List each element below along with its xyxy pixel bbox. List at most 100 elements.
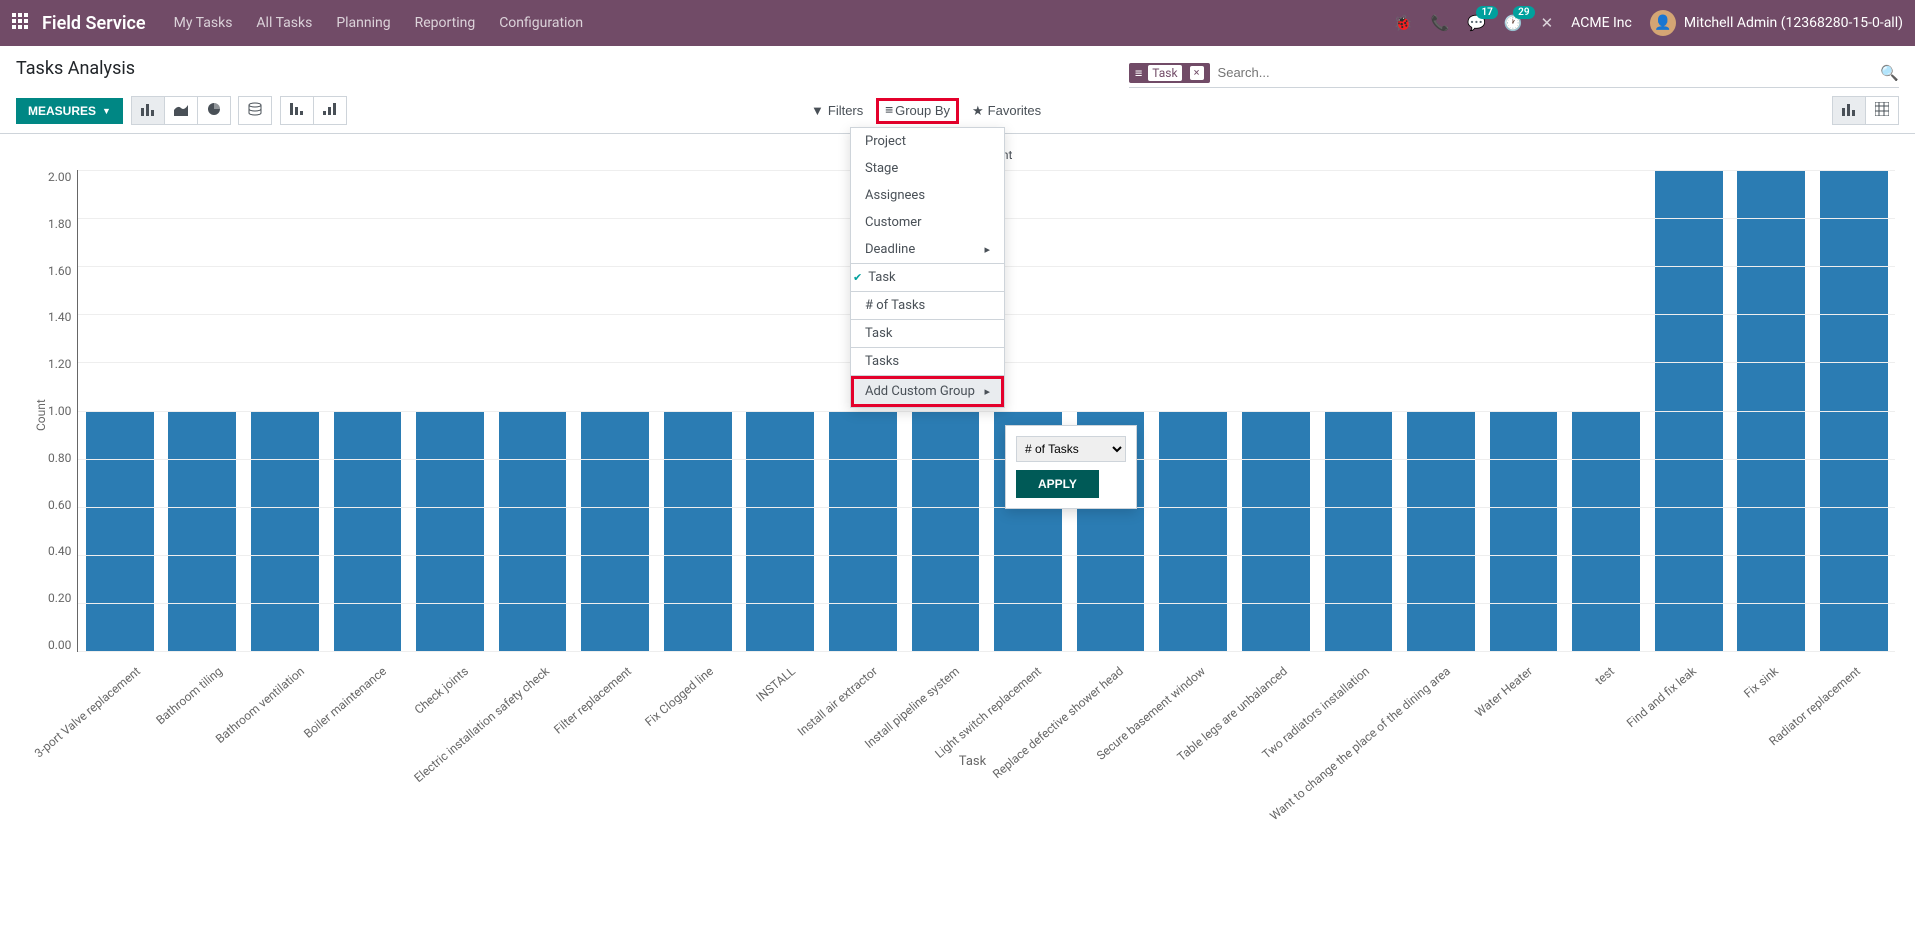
user-menu[interactable]: 👤 Mitchell Admin (12368280-15-0-all) [1650, 10, 1903, 36]
messages-icon[interactable]: 💬17 [1467, 14, 1486, 32]
x-axis: 3-port Valve replacementBathroom tilingB… [93, 660, 1895, 750]
y-tick: 1.40 [48, 310, 71, 324]
dd-deadline[interactable]: Deadline [851, 236, 1004, 263]
navbar: Field Service My Tasks All Tasks Plannin… [0, 0, 1915, 46]
favorites-label: Favorites [988, 103, 1041, 118]
page-title: Tasks Analysis [16, 58, 135, 88]
y-tick: 0.40 [48, 544, 71, 558]
x-tick-label: Check joints [411, 664, 470, 717]
y-tick: 0.20 [48, 591, 71, 605]
chart-bar[interactable] [334, 411, 402, 652]
chart-bar[interactable] [1242, 411, 1310, 652]
group-by-button[interactable]: ≡ Group By [876, 98, 959, 124]
chart-bar[interactable] [664, 411, 732, 652]
chart-bar[interactable] [1407, 411, 1475, 652]
chart-bar[interactable] [86, 411, 154, 652]
search-icon[interactable]: 🔍 [1880, 64, 1899, 82]
company-switcher[interactable]: ACME Inc [1571, 15, 1632, 31]
favorites-button[interactable]: ★ Favorites [963, 98, 1050, 124]
sort-desc-button[interactable] [280, 96, 314, 125]
y-axis: 2.00 1.80 1.60 1.40 1.20 1.00 0.80 0.60 0.40 0.20… [48, 170, 77, 652]
y-axis-label: Count [30, 170, 48, 660]
pie-chart-button[interactable] [197, 96, 231, 125]
dd-task-checked[interactable]: Task [851, 264, 1004, 291]
user-name: Mitchell Admin (12368280-15-0-all) [1684, 15, 1903, 31]
y-tick: 1.60 [48, 264, 71, 278]
measures-label: MEASURES [28, 104, 96, 118]
filter-icon: ▼ [811, 103, 824, 118]
dd-customer[interactable]: Customer [851, 209, 1004, 236]
chart-bar[interactable] [251, 411, 319, 652]
chart-bar[interactable] [1325, 411, 1393, 652]
x-tick-label: INSTALL [754, 664, 799, 705]
chart-bar[interactable] [1159, 411, 1227, 652]
chart-bar[interactable] [581, 411, 649, 652]
apps-icon[interactable] [12, 13, 28, 34]
search-facet[interactable]: ≡ Task × [1129, 63, 1210, 83]
list-icon: ≡ [885, 103, 891, 118]
chart-bar[interactable] [416, 411, 484, 652]
chart-bar[interactable] [912, 411, 980, 652]
dd-assignees[interactable]: Assignees [851, 182, 1004, 209]
measures-button[interactable]: MEASURES ▼ [16, 98, 123, 124]
custom-group-select[interactable]: # of Tasks [1016, 436, 1126, 462]
list-icon: ≡ [1135, 66, 1140, 80]
phone-icon[interactable]: 📞 [1431, 14, 1450, 32]
y-tick: 0.00 [48, 638, 71, 652]
bar-chart-button[interactable] [131, 96, 165, 125]
avatar-icon: 👤 [1650, 10, 1676, 36]
x-axis-label: Task [30, 754, 1915, 769]
stacked-button[interactable] [238, 96, 272, 125]
nav-planning[interactable]: Planning [336, 15, 390, 31]
nav-configuration[interactable]: Configuration [499, 15, 583, 31]
y-tick: 1.80 [48, 217, 71, 231]
facet-remove-icon[interactable]: × [1190, 66, 1204, 80]
star-icon: ★ [972, 103, 984, 119]
facet-value: Task [1148, 65, 1181, 81]
nav-reporting[interactable]: Reporting [415, 15, 476, 31]
messages-badge: 17 [1476, 6, 1497, 19]
chart-bar[interactable] [1490, 411, 1558, 652]
app-brand[interactable]: Field Service [42, 13, 146, 34]
nav-all-tasks[interactable]: All Tasks [256, 15, 312, 31]
graph-view-button[interactable] [1832, 96, 1866, 125]
custom-group-panel: # of Tasks APPLY [1005, 425, 1137, 509]
y-tick: 1.20 [48, 357, 71, 371]
y-tick: 1.00 [48, 404, 71, 418]
control-panel: Tasks Analysis ≡ Task × 🔍 MEASURES ▼ [0, 46, 1915, 134]
chart-bar[interactable] [746, 411, 814, 652]
filters-label: Filters [828, 103, 863, 118]
dd-stage[interactable]: Stage [851, 155, 1004, 182]
debug-icon[interactable]: 🐞 [1394, 14, 1413, 32]
pivot-view-button[interactable] [1865, 96, 1899, 125]
caret-down-icon: ▼ [102, 106, 111, 116]
search-input[interactable] [1210, 61, 1881, 84]
chart-bar[interactable] [168, 411, 236, 652]
y-tick: 0.80 [48, 451, 71, 465]
apply-button[interactable]: APPLY [1016, 470, 1099, 498]
y-tick: 2.00 [48, 170, 71, 184]
chart-bar[interactable] [499, 411, 567, 652]
tools-icon[interactable]: ✕ [1541, 14, 1554, 32]
x-tick-label: test [1593, 664, 1618, 688]
x-tick-label: Fix sink [1741, 664, 1781, 701]
filters-button[interactable]: ▼ Filters [802, 98, 872, 124]
activities-badge: 29 [1513, 6, 1534, 19]
chart-bar[interactable] [1572, 411, 1640, 652]
dd-add-custom-group[interactable]: Add Custom Group [851, 376, 1004, 407]
group-by-dropdown: Project Stage Assignees Customer Deadlin… [850, 127, 1005, 408]
group-by-label: Group By [895, 103, 950, 118]
nav-menu: My Tasks All Tasks Planning Reporting Co… [174, 15, 1394, 31]
y-tick: 0.60 [48, 498, 71, 512]
nav-my-tasks[interactable]: My Tasks [174, 15, 233, 31]
chart-bar[interactable] [829, 411, 897, 652]
search-bar: ≡ Task × 🔍 [1129, 58, 1899, 88]
activities-icon[interactable]: 🕐29 [1504, 14, 1523, 32]
sort-asc-button[interactable] [313, 96, 347, 125]
dd-project[interactable]: Project [851, 128, 1004, 155]
dd-num-tasks[interactable]: # of Tasks [851, 292, 1004, 319]
dd-tasks[interactable]: Tasks [851, 348, 1004, 375]
dd-task[interactable]: Task [851, 320, 1004, 347]
x-tick-label: 3-port Valve replacement [32, 664, 143, 760]
line-chart-button[interactable] [164, 96, 198, 125]
